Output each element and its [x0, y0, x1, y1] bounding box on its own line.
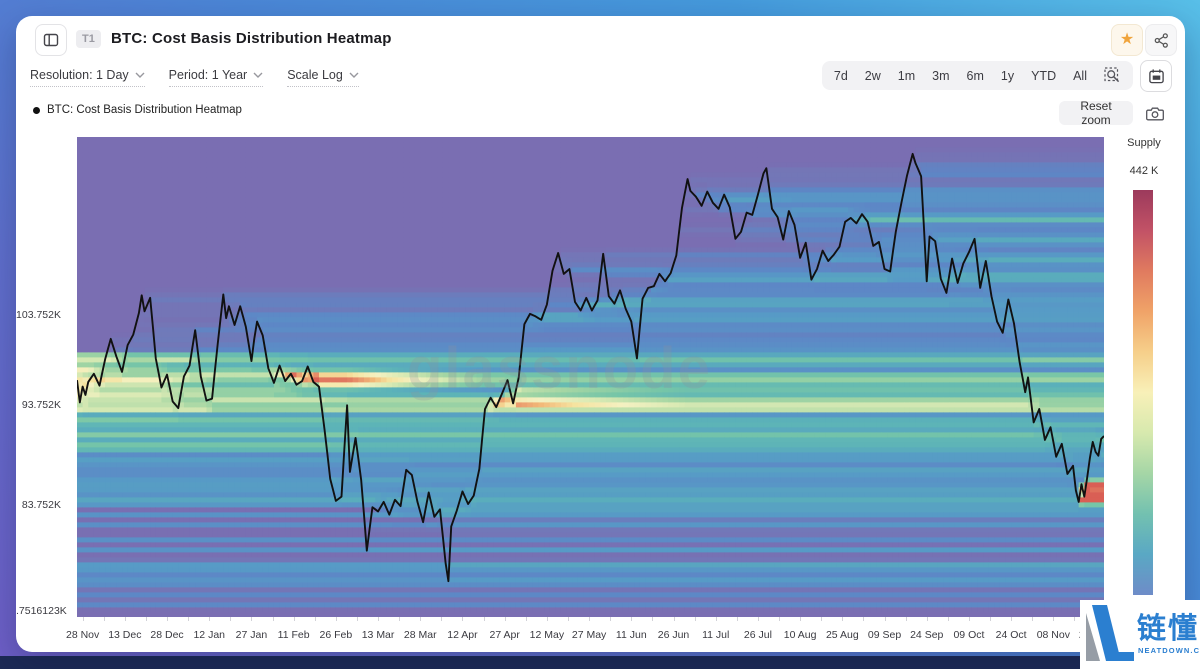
branding-logo-icon — [1084, 605, 1136, 665]
calendar-icon — [1148, 68, 1165, 85]
x-axis-tick — [568, 617, 569, 621]
range-button-2w[interactable]: 2w — [865, 69, 881, 83]
x-axis-tick — [209, 617, 210, 621]
calendar-button[interactable] — [1140, 60, 1172, 92]
x-axis-tick — [357, 617, 358, 621]
share-icon — [1153, 32, 1170, 49]
x-axis-tick — [969, 617, 970, 621]
scale-label: Scale Log — [287, 68, 343, 82]
branding-watermark: 链懂 NEATDOWN.COM — [1080, 600, 1200, 669]
series-legend: BTC: Cost Basis Distribution Heatmap — [33, 104, 242, 116]
x-axis-tick — [737, 617, 738, 621]
x-axis-tick — [125, 617, 126, 621]
x-axis-tick — [104, 617, 105, 621]
chevron-down-icon — [135, 72, 145, 78]
share-button[interactable] — [1145, 24, 1177, 56]
chevron-down-icon — [349, 72, 359, 78]
x-axis-tick — [674, 617, 675, 621]
x-axis-tick — [230, 617, 231, 621]
x-axis-tick — [990, 617, 991, 621]
y-axis-label: 93.752K — [16, 399, 61, 411]
scale-dropdown[interactable]: Scale Log — [287, 68, 359, 87]
range-button-1y[interactable]: 1y — [1001, 69, 1014, 83]
x-axis-tick — [399, 617, 400, 621]
x-axis-tick — [167, 617, 168, 621]
x-axis-tick — [948, 617, 949, 621]
x-axis-tick — [378, 617, 379, 621]
x-axis-tick — [716, 617, 717, 621]
x-axis-tick — [927, 617, 928, 621]
x-axis-tick — [800, 617, 801, 621]
range-button-ytd[interactable]: YTD — [1031, 69, 1056, 83]
sidebar-toggle-button[interactable] — [35, 24, 67, 56]
x-axis-tick — [821, 617, 822, 621]
range-button-all[interactable]: All — [1073, 69, 1087, 83]
x-axis-tick — [336, 617, 337, 621]
chevron-down-icon — [253, 72, 263, 78]
y-axis-label: 103.752K — [16, 309, 61, 321]
x-axis-tick — [631, 617, 632, 621]
period-label: Period: 1 Year — [169, 68, 248, 82]
x-axis-tick — [906, 617, 907, 621]
resolution-label: Resolution: 1 Day — [30, 68, 129, 82]
favorite-button[interactable]: ★ — [1111, 24, 1143, 56]
x-axis-tick — [695, 617, 696, 621]
x-axis-tick — [441, 617, 442, 621]
x-axis-tick — [1053, 617, 1054, 621]
period-dropdown[interactable]: Period: 1 Year — [169, 68, 264, 87]
range-button-1m[interactable]: 1m — [898, 69, 915, 83]
range-button-7d[interactable]: 7d — [834, 69, 848, 83]
tab-t1-badge[interactable]: T1 — [76, 30, 101, 48]
x-axis-tick — [83, 617, 84, 621]
x-axis-tick — [188, 617, 189, 621]
x-axis-tick — [842, 617, 843, 621]
star-icon: ★ — [1120, 32, 1134, 48]
x-axis-tick — [885, 617, 886, 621]
colorbar-title: Supply — [1116, 137, 1172, 149]
x-axis-tick — [251, 617, 252, 621]
series-dot-icon — [33, 107, 40, 114]
colorbar-max-value: 442 K — [1116, 165, 1172, 177]
supply-colorbar — [1133, 190, 1153, 595]
taskbar-strip — [0, 656, 1200, 669]
range-button-6m[interactable]: 6m — [967, 69, 984, 83]
x-axis-tick — [779, 617, 780, 621]
y-axis-label: 83.752K — [16, 499, 61, 511]
chart-card: T1 BTC: Cost Basis Distribution Heatmap … — [16, 16, 1185, 652]
x-axis-tick — [484, 617, 485, 621]
x-axis-tick — [610, 617, 611, 621]
x-axis-tick — [863, 617, 864, 621]
chart-settings-row: Resolution: 1 Day Period: 1 Year Scale L… — [30, 68, 359, 87]
heatmap-canvas[interactable] — [77, 137, 1104, 617]
x-axis-tick — [420, 617, 421, 621]
x-axis-tick — [1074, 617, 1075, 621]
x-axis-tick — [589, 617, 590, 621]
x-axis-tick — [1011, 617, 1012, 621]
series-legend-label: BTC: Cost Basis Distribution Heatmap — [47, 104, 242, 116]
x-axis-tick — [462, 617, 463, 621]
chart-plot-area: glassnode — [77, 137, 1104, 617]
branding-domain: NEATDOWN.COM — [1138, 646, 1200, 655]
x-axis-tick — [294, 617, 295, 621]
resolution-dropdown[interactable]: Resolution: 1 Day — [30, 68, 145, 87]
x-axis-tick — [1032, 617, 1033, 621]
x-axis-tick — [505, 617, 506, 621]
x-axis-tick — [652, 617, 653, 621]
range-button-3m[interactable]: 3m — [932, 69, 949, 83]
panel-left-icon — [42, 31, 60, 49]
page-title: BTC: Cost Basis Distribution Heatmap — [111, 30, 392, 47]
x-axis-tick — [526, 617, 527, 621]
y-axis-label: .7516123K — [16, 605, 61, 617]
x-axis-tick — [547, 617, 548, 621]
branding-name: 链懂 — [1137, 605, 1199, 647]
zoom-area-icon[interactable] — [1104, 67, 1121, 84]
time-range-group: 7d 2w 1m 3m 6m 1y YTD All — [822, 61, 1133, 90]
x-axis-tick — [758, 617, 759, 621]
x-axis-tick — [273, 617, 274, 621]
camera-icon[interactable] — [1146, 106, 1164, 121]
reset-zoom-button[interactable]: Reset zoom — [1059, 101, 1133, 125]
x-axis-tick — [146, 617, 147, 621]
x-axis-tick — [315, 617, 316, 621]
